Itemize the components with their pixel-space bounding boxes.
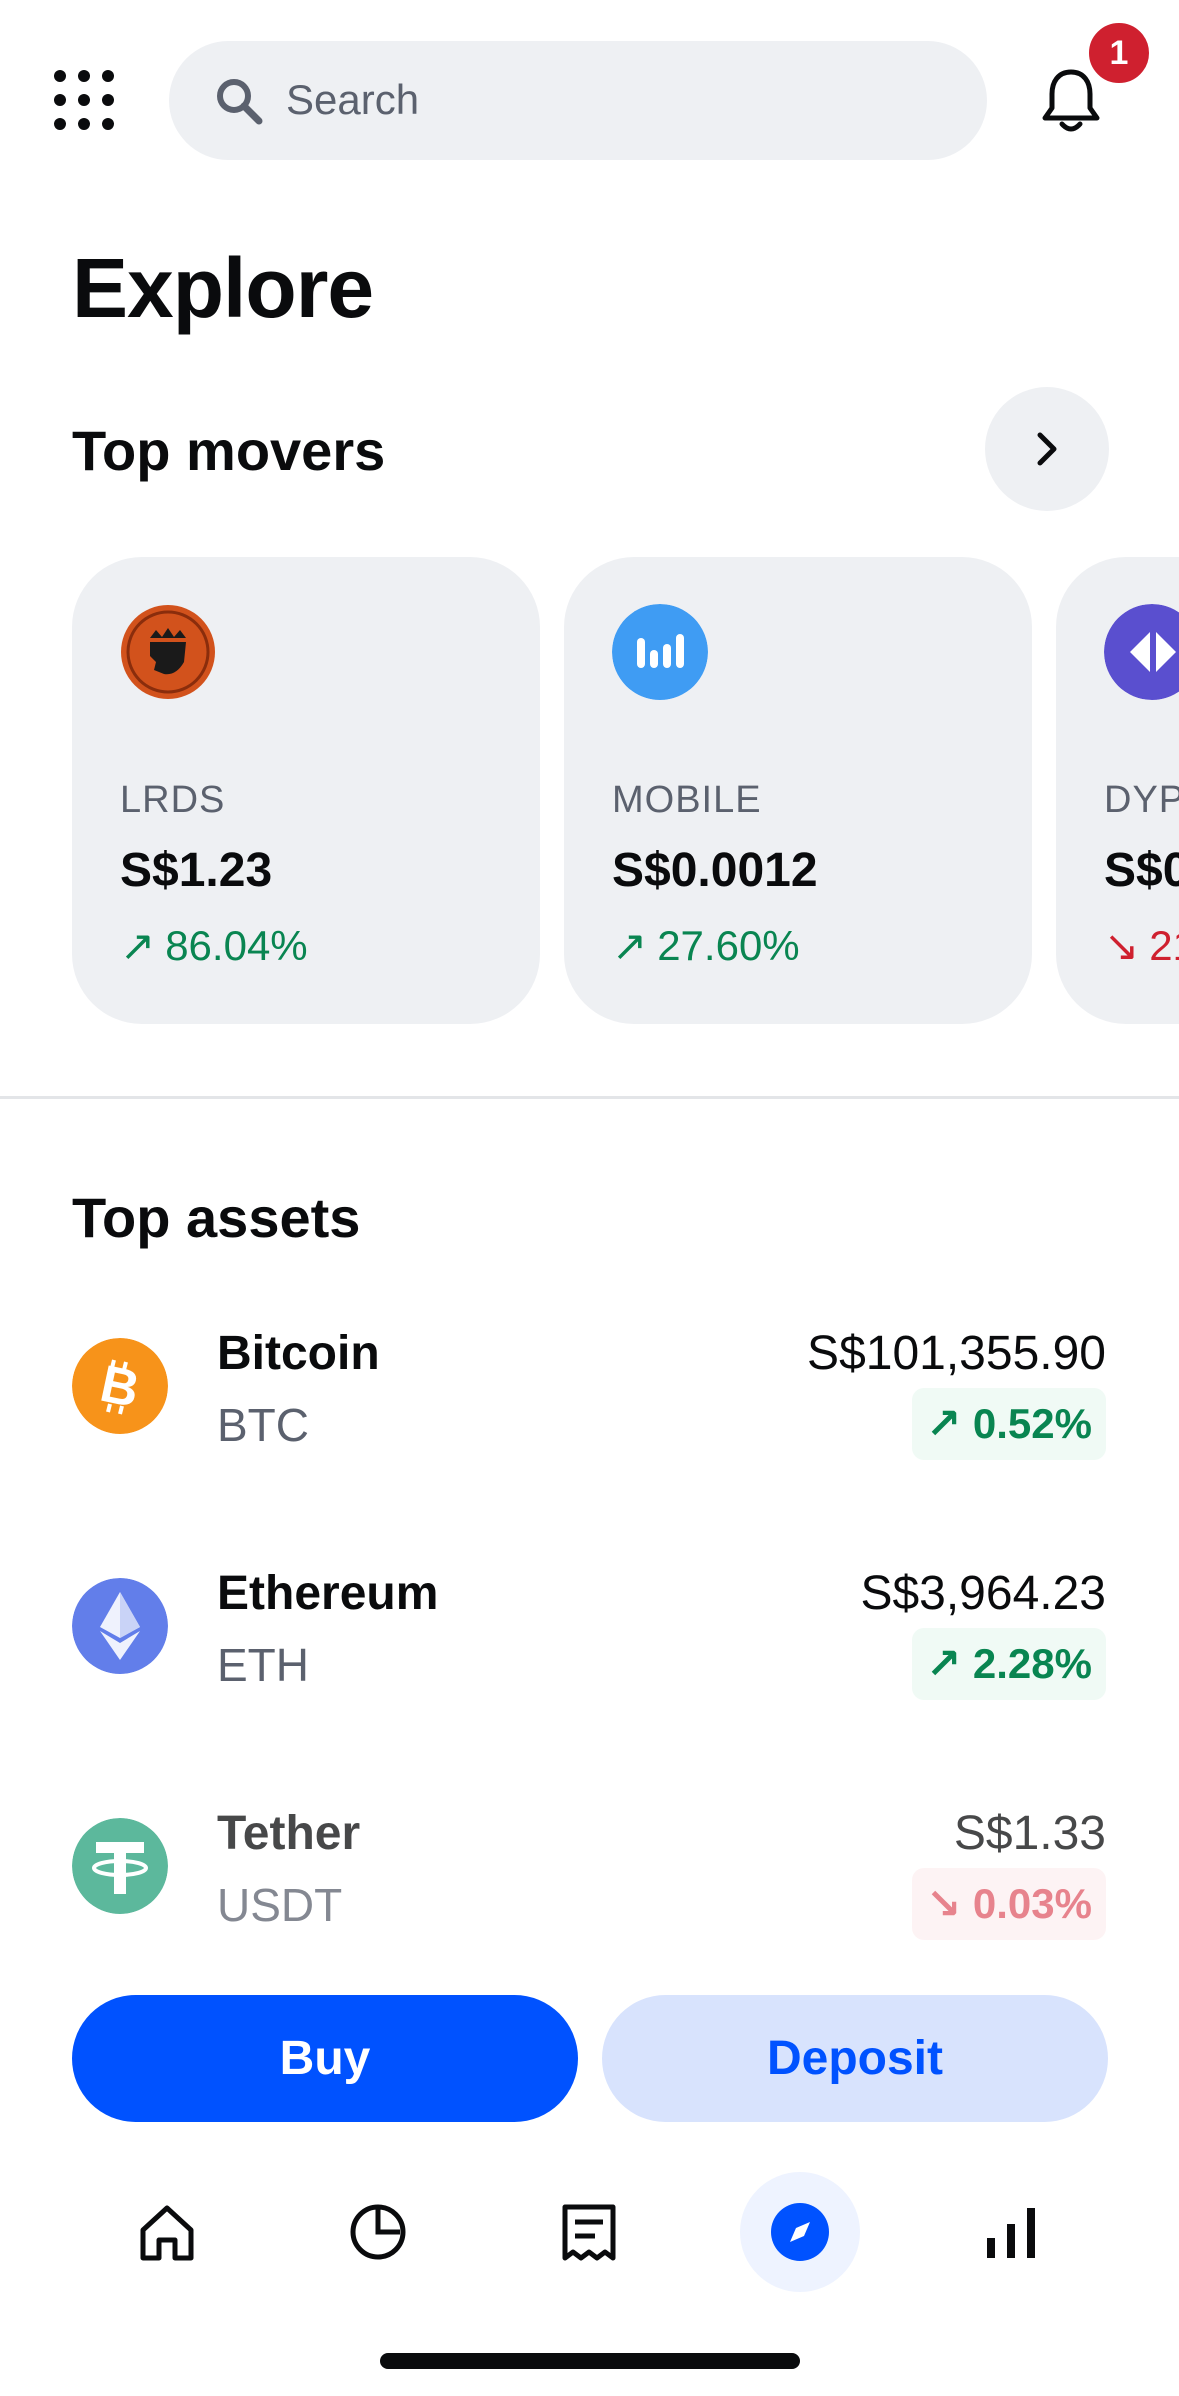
arrow-down-right-icon: ↘ (1104, 922, 1140, 969)
mover-change-value: 27.60% (657, 922, 800, 969)
mover-change: ↗ 86.04% (120, 921, 308, 970)
mover-card-dyp[interactable]: DYP S$0 ↘21 (1056, 557, 1179, 1024)
tab-explore[interactable] (740, 2172, 860, 2292)
tab-home[interactable] (107, 2172, 227, 2292)
arrow-down-right-icon: ↘ (926, 1880, 973, 1927)
top-header: 1 (0, 0, 1179, 200)
mover-change: ↗ 27.60% (612, 921, 800, 970)
tether-icon (72, 1818, 168, 1914)
asset-name: Tether (217, 1807, 361, 1860)
asset-row-tether[interactable]: Tether USDT S$1.33 ↘ 0.03% (0, 1778, 1179, 1940)
mover-price: S$0.0012 (612, 844, 818, 897)
arrow-up-right-icon: ↗ (120, 922, 156, 969)
page-title: Explore (72, 241, 374, 335)
explore-screen: 1 Explore Top movers LRDS S$1.23 ↗86.04%… (0, 0, 1179, 2396)
asset-name: Bitcoin (217, 1327, 380, 1380)
deposit-button[interactable]: Deposit (602, 1995, 1108, 2122)
bottom-tab-bar (0, 2160, 1179, 2310)
tab-news[interactable] (529, 2172, 649, 2292)
mobile-bars-icon (612, 604, 708, 700)
news-icon (562, 2204, 616, 2261)
mover-change-value: 86.04% (165, 922, 308, 969)
lrds-lion-icon (121, 605, 215, 699)
app-grid-icon[interactable] (54, 70, 114, 130)
top-movers-more-button[interactable] (985, 387, 1109, 511)
asset-name: Ethereum (217, 1567, 439, 1620)
asset-price: S$3,964.23 (860, 1567, 1106, 1620)
asset-row-ethereum[interactable]: Ethereum ETH S$3,964.23 ↗ 2.28% (0, 1538, 1179, 1700)
home-indicator (380, 2353, 800, 2369)
mover-symbol: DYP (1104, 779, 1179, 821)
mover-symbol: MOBILE (612, 779, 762, 821)
mover-card-lrds[interactable]: LRDS S$1.23 ↗ 86.04% (72, 557, 540, 1024)
asset-symbol: BTC (217, 1399, 309, 1451)
search-input[interactable] (286, 69, 936, 131)
mover-change-value: 21 (1149, 922, 1179, 969)
asset-change-badge: ↗ 0.52% (912, 1388, 1106, 1460)
asset-price: S$101,355.90 (807, 1327, 1106, 1380)
dyp-icon (1104, 604, 1179, 700)
bitcoin-icon: B (72, 1338, 168, 1434)
mover-price: S$1.23 (120, 844, 273, 897)
search-bar[interactable] (169, 41, 987, 160)
explore-compass-icon (771, 2203, 829, 2261)
buy-button[interactable]: Buy (72, 1995, 578, 2122)
search-icon (217, 79, 263, 125)
top-assets-title: Top assets (72, 1186, 361, 1249)
asset-row-bitcoin[interactable]: B Bitcoin BTC S$101,355.90 ↗ 0.52% (0, 1298, 1179, 1460)
ethereum-icon (72, 1578, 168, 1674)
top-movers-title: Top movers (72, 419, 386, 482)
asset-symbol: ETH (217, 1639, 309, 1691)
mover-card-mobile[interactable]: MOBILE S$0.0012 ↗ 27.60% (564, 557, 1032, 1024)
home-icon (140, 2205, 194, 2261)
asset-price: S$1.33 (953, 1807, 1106, 1860)
mover-symbol: LRDS (120, 779, 226, 821)
arrow-up-right-icon: ↗ (926, 1640, 973, 1687)
mover-price: S$0 (1104, 844, 1179, 897)
mover-change: ↘21 (1104, 921, 1179, 970)
tab-portfolio[interactable] (318, 2172, 438, 2292)
asset-change-badge: ↗ 2.28% (912, 1628, 1106, 1700)
arrow-up-right-icon: ↗ (926, 1400, 973, 1447)
chevron-right-icon (1037, 432, 1057, 466)
trade-bars-icon (987, 2208, 1035, 2258)
asset-change-value: 0.52% (972, 1400, 1092, 1447)
tab-trade[interactable] (951, 2172, 1071, 2292)
section-divider (0, 1096, 1179, 1099)
asset-change-value: 0.03% (972, 1880, 1092, 1927)
notification-badge: 1 (1084, 18, 1154, 88)
asset-change-badge: ↘ 0.03% (912, 1868, 1106, 1940)
arrow-up-right-icon: ↗ (612, 922, 648, 969)
asset-change-value: 2.28% (972, 1640, 1092, 1687)
portfolio-pie-icon (350, 2204, 406, 2260)
asset-symbol: USDT (217, 1879, 343, 1931)
